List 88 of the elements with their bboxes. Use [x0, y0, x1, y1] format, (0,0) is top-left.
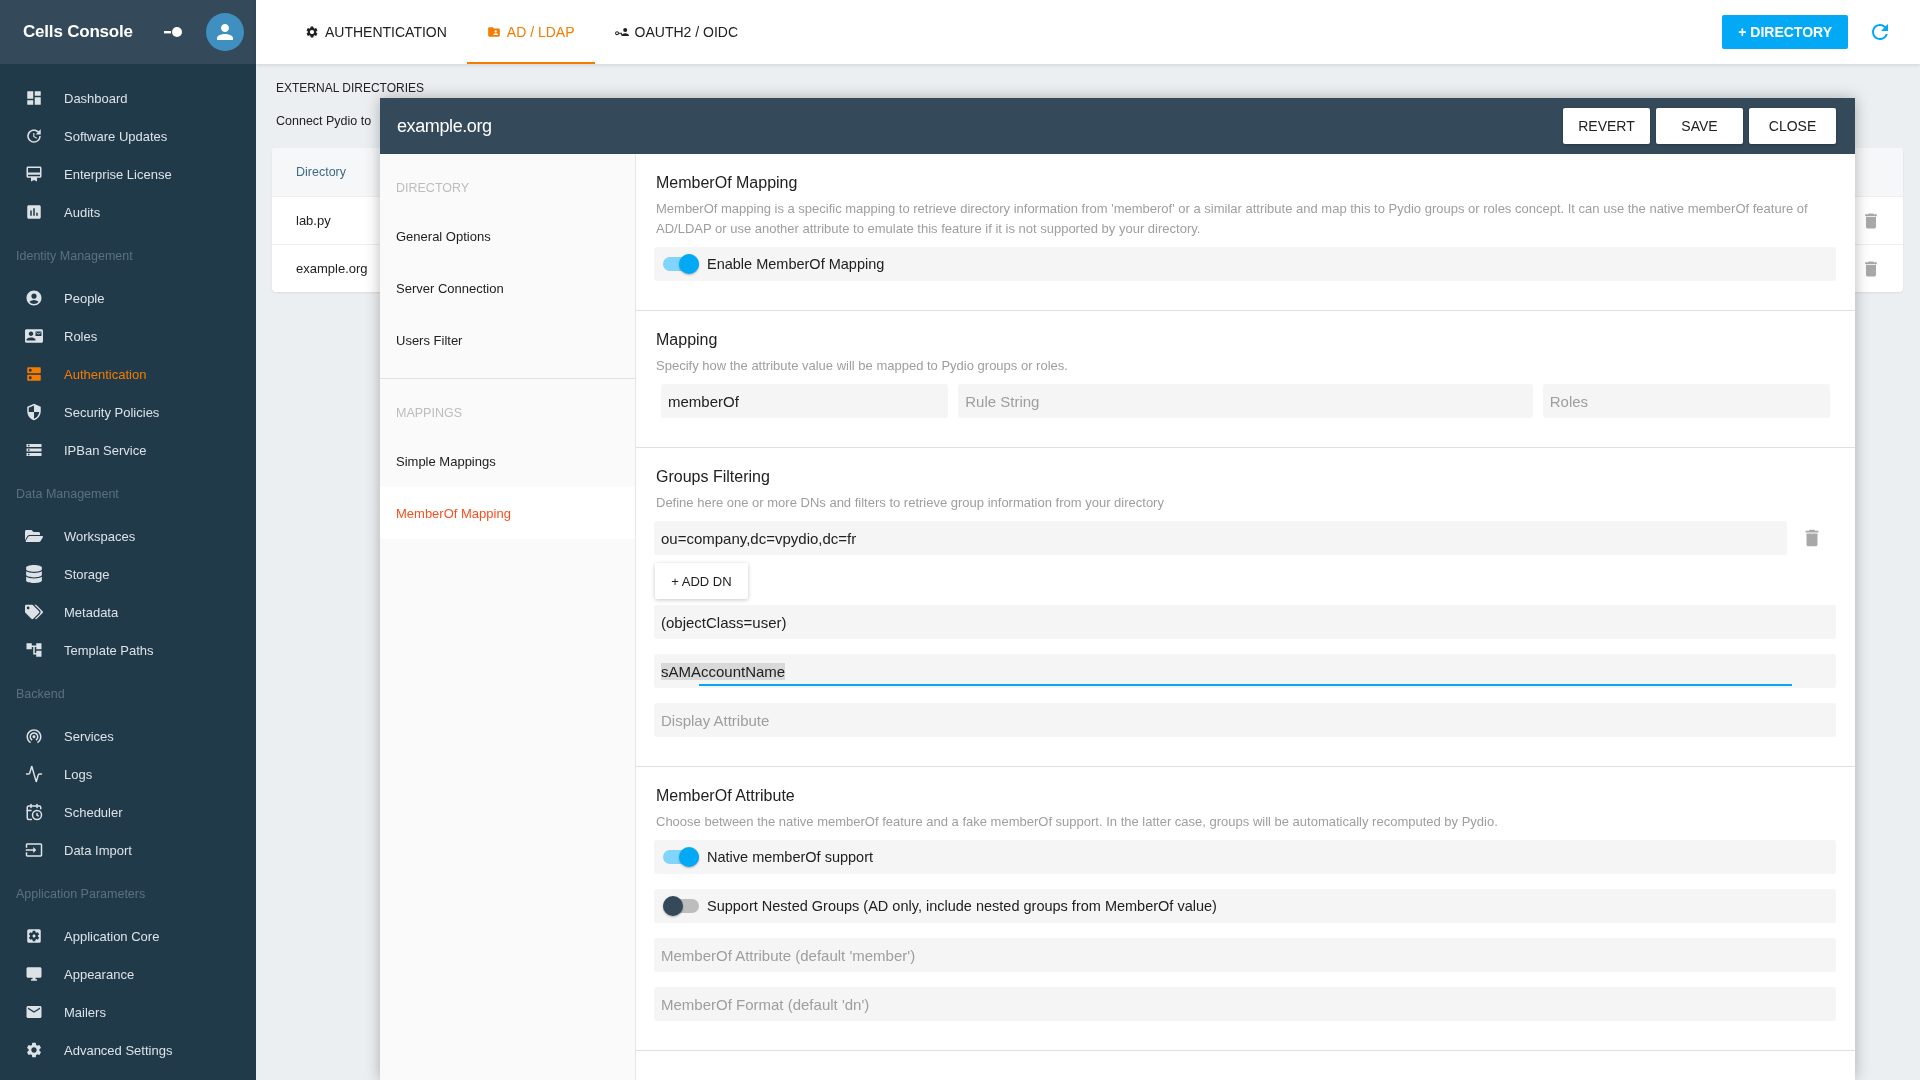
tab[interactable]: OAUTH2 / OIDC	[594, 0, 759, 64]
pulse-icon	[25, 765, 43, 783]
monitor-icon	[25, 965, 43, 983]
sidebar-item[interactable]: Template Paths	[0, 631, 256, 669]
nav-item[interactable]: General Options	[380, 210, 635, 262]
table-cell: lab.py	[296, 213, 331, 228]
key-person-icon	[614, 25, 629, 39]
section-description: Define here one or more DNs and filters to retrieve group information from your directory	[655, 494, 1165, 512]
section-title: MemberOf Attribute	[655, 786, 796, 806]
dashboard-icon	[25, 89, 43, 107]
section-title: Groups Filtering	[655, 467, 771, 487]
page-heading: EXTERNAL DIRECTORIES	[275, 80, 425, 96]
sidebar-item[interactable]: Enterprise License	[0, 155, 256, 193]
dash-dot-icon[interactable]	[164, 27, 182, 37]
id-card-icon	[25, 327, 43, 345]
sidebar-item[interactable]: Roles	[0, 317, 256, 355]
sidebar-section-heading: Backend	[15, 686, 66, 703]
settings-icon	[305, 25, 319, 39]
input-field[interactable]: memberOf	[661, 384, 949, 418]
tab[interactable]: AUTHENTICATION	[285, 0, 467, 64]
sidebar-section-heading: Identity Management	[15, 248, 134, 265]
sidebar-item[interactable]: Audits	[0, 193, 256, 231]
toggle-label: Native memberOf support	[707, 849, 873, 865]
section-title: Mapping	[655, 330, 719, 350]
tree-icon	[25, 641, 43, 659]
nav-item[interactable]: Server Connection	[380, 262, 635, 314]
input-field[interactable]: ou=company,dc=vpydio,dc=fr	[654, 521, 1787, 555]
sidebar-section-heading: Data Management	[15, 486, 120, 503]
sidebar-section-heading: Application Parameters	[15, 886, 147, 903]
sidebar-item[interactable]: Storage	[0, 555, 256, 593]
dialog-button[interactable]: CLOSE	[1749, 108, 1836, 144]
import-icon	[25, 841, 43, 859]
app-title: Cells Console	[23, 22, 133, 42]
sidebar-item[interactable]: Logs	[0, 755, 256, 793]
section-description: Specify how the attribute value will be mapped to Pydio groups or roles.	[655, 357, 1069, 375]
nav-item[interactable]: MemberOf Mapping	[380, 487, 635, 539]
sidebar-item[interactable]: Security Policies	[0, 393, 256, 431]
nav-heading: DIRECTORY	[395, 180, 471, 197]
folder-icon	[25, 527, 43, 545]
table-cell: example.org	[296, 261, 368, 276]
folder-person-icon	[486, 25, 501, 39]
section-title: MemberOf Mapping	[655, 173, 799, 193]
shield-icon	[25, 403, 43, 421]
toggle-switch[interactable]	[663, 254, 699, 274]
input-field[interactable]: (objectClass=user)	[654, 605, 1836, 639]
sidebar-item[interactable]: Appearance	[0, 955, 256, 993]
sidebar-item[interactable]: Software Updates	[0, 117, 256, 155]
sidebar-item[interactable]: Workspaces	[0, 517, 256, 555]
section-description: Choose between the native memberOf feature and a fake memberOf support. In the latter case, groups will be automatically recomputed by Pydio.	[655, 813, 1499, 831]
gear-box-icon	[25, 927, 43, 945]
nav-item[interactable]: Users Filter	[380, 314, 635, 366]
dialog-title: example.org	[397, 115, 492, 137]
sidebar-item[interactable]: IPBan Service	[0, 431, 256, 469]
sidebar-item[interactable]: Advanced Settings	[0, 1031, 256, 1069]
server-icon	[25, 441, 43, 459]
bar-chart-icon	[25, 203, 43, 221]
add-dn-button[interactable]: + ADD DN	[655, 563, 748, 599]
avatar-icon[interactable]	[206, 13, 244, 51]
sidebar-item[interactable]: Metadata	[0, 593, 256, 631]
sidebar-item[interactable]: Authentication	[0, 355, 256, 393]
sidebar-item[interactable]: Scheduler	[0, 793, 256, 831]
nav-heading: MAPPINGS	[395, 405, 463, 422]
broadcast-icon	[25, 727, 43, 745]
sidebar-item[interactable]: People	[0, 279, 256, 317]
server-icon	[25, 365, 43, 383]
sidebar-item[interactable]: Data Import	[0, 831, 256, 869]
sidebar-item[interactable]: Services	[0, 717, 256, 755]
dialog-button[interactable]: REVERT	[1563, 108, 1650, 144]
nav-item[interactable]: Simple Mappings	[380, 435, 635, 487]
toggle-switch[interactable]	[663, 847, 699, 867]
sidebar-item[interactable]: Mailers	[0, 993, 256, 1031]
intro-text: Connect Pydio to	[275, 113, 372, 130]
column-header: Directory	[296, 165, 346, 179]
sidebar-item[interactable]: Dashboard	[0, 79, 256, 117]
settings-icon	[25, 1041, 43, 1059]
database-icon	[25, 565, 43, 583]
mail-icon	[25, 1003, 43, 1021]
section-description: MemberOf mapping is a specific mapping to retrieve directory information from 'memberof' or a similar attribute and map this to Pydio groups or roles concept. It can use the native memberOf feature of AD/LDAP or use another attribute to emulate this feature if it is not supported by your directory.	[655, 200, 1809, 238]
sidebar-item[interactable]: Application Core	[0, 917, 256, 955]
clock-refresh-icon	[25, 127, 43, 145]
dialog-button[interactable]: SAVE	[1656, 108, 1743, 144]
toggle-label: Enable MemberOf Mapping	[707, 256, 885, 272]
input-field[interactable]: sAMAccountName	[654, 654, 1836, 688]
toggle-switch[interactable]	[663, 896, 699, 916]
toggle-label: Support Nested Groups (AD only, include nested groups from MemberOf value)	[707, 898, 1217, 914]
tags-icon	[25, 603, 43, 621]
calendar-clock-icon	[25, 803, 43, 821]
certificate-icon	[25, 165, 43, 183]
